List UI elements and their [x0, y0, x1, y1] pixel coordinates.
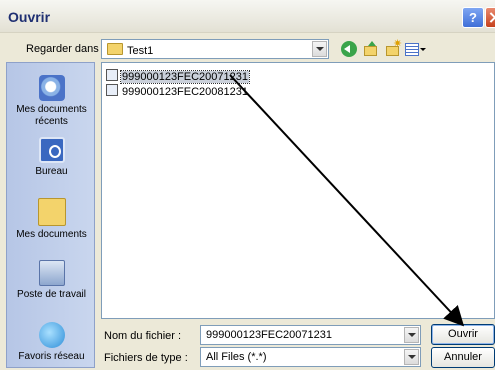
- place-my-documents[interactable]: Mes documents: [7, 198, 96, 241]
- file-icon: [106, 69, 118, 81]
- place-label: Poste de travail: [17, 289, 86, 300]
- file-item[interactable]: 999000123FEC20081231: [106, 84, 249, 98]
- place-recent-documents[interactable]: Mes documents récents: [7, 75, 96, 128]
- place-my-computer[interactable]: Poste de travail: [7, 260, 96, 301]
- file-name-input[interactable]: 999000123FEC20071231: [200, 325, 421, 345]
- window-title: Ouvrir: [8, 9, 51, 25]
- file-name-value: 999000123FEC20071231: [206, 329, 333, 341]
- file-icon: [106, 84, 118, 96]
- file-type-dropdown[interactable]: All Files (*.*): [200, 347, 421, 367]
- desktop-icon: [38, 137, 65, 163]
- look-in-label: Regarder dans :: [26, 43, 105, 55]
- close-button[interactable]: [485, 7, 495, 28]
- file-name: 999000123FEC20071231: [119, 70, 251, 84]
- file-list[interactable]: 999000123FEC20071231 999000123FEC2008123…: [101, 62, 495, 319]
- file-name: 999000123FEC20081231: [122, 86, 249, 98]
- place-label: Favoris réseau: [18, 351, 85, 362]
- places-bar: Mes documents récents Bureau Mes documen…: [6, 62, 95, 368]
- cancel-button[interactable]: Annuler: [431, 347, 495, 368]
- open-button[interactable]: Ouvrir: [431, 324, 495, 345]
- back-icon[interactable]: [341, 41, 357, 57]
- help-button[interactable]: ?: [462, 7, 484, 28]
- chevron-down-icon[interactable]: [312, 41, 327, 57]
- look-in-value: Test1: [127, 45, 154, 57]
- title-bar: Ouvrir ?: [0, 0, 495, 33]
- place-label: Bureau: [35, 166, 68, 177]
- new-folder-icon[interactable]: [385, 37, 402, 57]
- place-label: Mes documents: [16, 229, 87, 240]
- place-network-places[interactable]: Favoris réseau: [7, 322, 96, 363]
- place-label: Mes documents récents: [16, 104, 87, 127]
- my-documents-icon: [37, 198, 66, 226]
- network-places-icon: [38, 322, 65, 348]
- up-folder-icon[interactable]: [362, 41, 378, 57]
- chevron-down-icon[interactable]: [404, 327, 419, 343]
- recent-documents-icon: [38, 75, 65, 101]
- my-computer-icon: [38, 260, 65, 286]
- file-type-label: Fichiers de type :: [104, 352, 188, 364]
- place-desktop[interactable]: Bureau: [7, 137, 96, 178]
- chevron-down-icon[interactable]: [404, 349, 419, 365]
- views-menu-icon[interactable]: [405, 41, 427, 57]
- look-in-dropdown[interactable]: Test1: [101, 39, 329, 59]
- folder-icon: [107, 43, 123, 55]
- file-item[interactable]: 999000123FEC20071231: [106, 69, 251, 84]
- file-type-value: All Files (*.*): [206, 351, 267, 363]
- file-name-label: Nom du fichier :: [104, 330, 182, 342]
